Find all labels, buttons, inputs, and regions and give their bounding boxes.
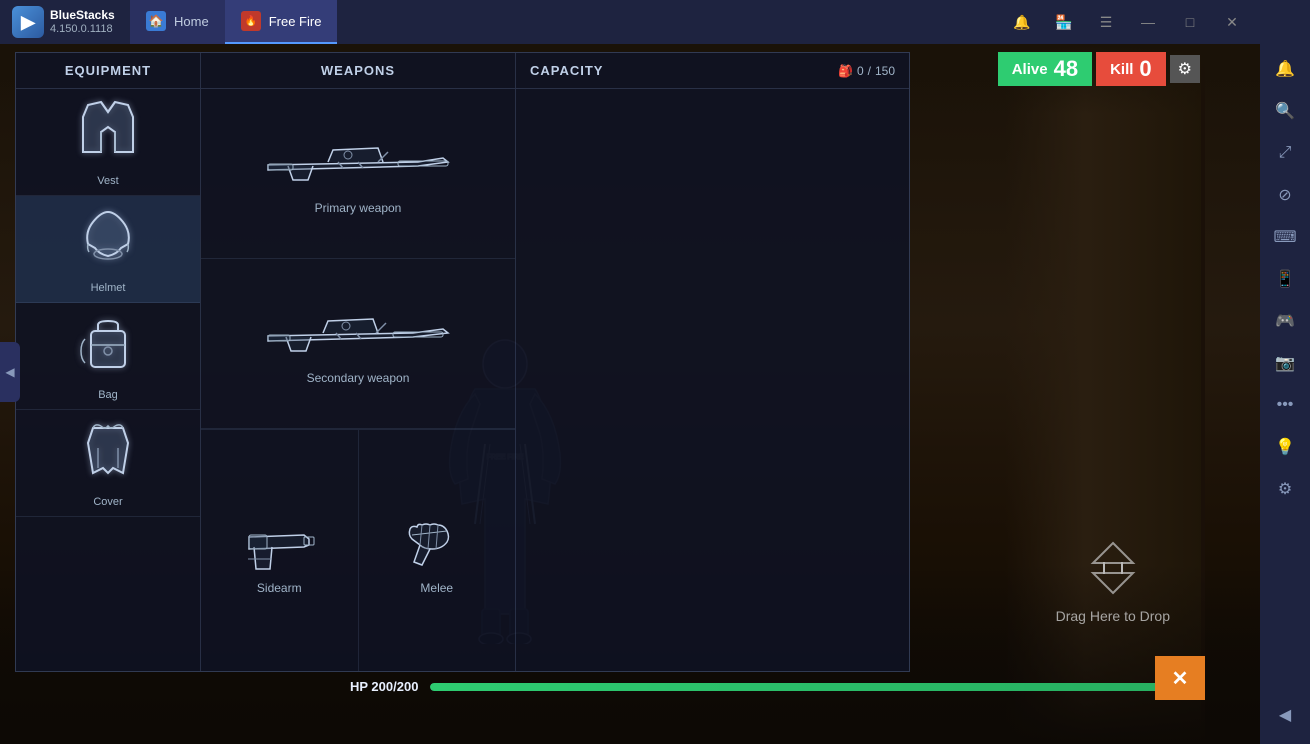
sidearm-label: Sidearm	[257, 581, 302, 595]
home-tab-icon: 🏠	[146, 11, 166, 31]
melee-label: Melee	[420, 581, 453, 595]
titlebar: ▶ BlueStacks 4.150.0.1118 🏠 Home 🔥 Free …	[0, 0, 1260, 44]
alive-count: 48	[1054, 56, 1078, 82]
close-icon: ✕	[1172, 666, 1189, 691]
cover-icon	[73, 418, 143, 492]
close-btn[interactable]: ✕	[1212, 6, 1252, 38]
alive-label: Alive	[1012, 61, 1048, 78]
store-btn[interactable]: 🏪	[1044, 6, 1084, 38]
hud-settings-btn[interactable]: ⚙	[1170, 55, 1200, 83]
helmet-icon	[73, 204, 143, 278]
drag-drop-area[interactable]: Drag Here to Drop	[1056, 538, 1170, 624]
bs-text: BlueStacks 4.150.0.1118	[50, 8, 115, 36]
minimize-btn[interactable]: —	[1128, 6, 1168, 38]
sidebar-settings-btn[interactable]: ⚙	[1266, 470, 1304, 508]
game-area: FREE FIRE Alive 48 Kill 0 ⚙	[0, 44, 1260, 744]
window-controls: 🔔 🏪 ☰ — □ ✕	[1002, 6, 1260, 38]
vest-icon	[73, 97, 143, 171]
inventory-panel: EQUIPMENT Vest	[15, 52, 910, 672]
capacity-current: 0	[857, 64, 864, 78]
cover-label: Cover	[93, 496, 122, 508]
sidebar-back-btn[interactable]: ◀	[1266, 696, 1304, 734]
sidebar-notification-btn[interactable]: 🔔	[1266, 50, 1304, 88]
kill-badge: Kill 0	[1096, 52, 1166, 86]
sidebar-search-btn[interactable]: 🔍	[1266, 92, 1304, 130]
cover-slot[interactable]: Cover	[16, 410, 200, 517]
right-sidebar: 🔔 🔍 ⤢ ⊘ ⌨ 📱 🎮 📷 ••• 💡 ⚙ ◀	[1260, 0, 1310, 744]
hp-display: HP 200/200	[350, 679, 418, 694]
hp-bar-background	[430, 683, 1190, 691]
kill-count: 0	[1139, 56, 1151, 82]
secondary-weapon-label: Secondary weapon	[307, 371, 410, 385]
sidearm-art	[234, 507, 324, 577]
drag-drop-icon	[1078, 538, 1148, 598]
maximize-btn[interactable]: □	[1170, 6, 1210, 38]
capacity-max: 150	[875, 64, 895, 78]
weapons-column: WEAPONS	[201, 53, 516, 671]
weapons-grid: Primary weapon	[201, 89, 515, 671]
left-sidebar-toggle[interactable]: ◀	[0, 342, 20, 402]
kill-label: Kill	[1110, 61, 1133, 78]
hp-bar-fill	[430, 683, 1190, 691]
capacity-column: CAPACITY 🎒 0 / 150	[516, 53, 909, 671]
sidebar-keyboard-btn[interactable]: ⌨	[1266, 218, 1304, 256]
equipment-column: EQUIPMENT Vest	[16, 53, 201, 671]
melee-slot[interactable]: Melee	[359, 430, 516, 671]
notification-btn[interactable]: 🔔	[1002, 6, 1042, 38]
secondary-weapon-art	[258, 302, 458, 367]
drag-drop-text: Drag Here to Drop	[1056, 608, 1170, 624]
menu-btn[interactable]: ☰	[1086, 6, 1126, 38]
weapons-header: WEAPONS	[201, 53, 515, 89]
capacity-body	[516, 89, 909, 671]
backpack-icon: 🎒	[838, 64, 853, 78]
bag-slot[interactable]: Bag	[16, 303, 200, 410]
secondary-weapon-slot[interactable]: Secondary weapon	[201, 259, 515, 429]
alive-badge: Alive 48	[998, 52, 1092, 86]
freefire-tab[interactable]: 🔥 Free Fire	[225, 0, 338, 44]
hud-top-bar: Alive 48 Kill 0 ⚙	[998, 52, 1200, 86]
bottom-weapon-row: Sidearm	[201, 429, 515, 671]
inventory-close-btn[interactable]: ✕	[1155, 656, 1205, 700]
capacity-header-row: CAPACITY 🎒 0 / 150	[516, 53, 909, 89]
bs-icon: ▶	[12, 6, 44, 38]
capacity-separator: /	[868, 64, 871, 78]
helmet-slot[interactable]: Helmet	[16, 196, 200, 303]
sidebar-block-btn[interactable]: ⊘	[1266, 176, 1304, 214]
home-tab[interactable]: 🏠 Home	[130, 0, 225, 44]
melee-art	[392, 507, 482, 577]
sidebar-light-btn[interactable]: 💡	[1266, 428, 1304, 466]
bag-icon	[73, 311, 143, 385]
hp-bar-area: HP 200/200	[350, 679, 1190, 694]
freefire-tab-label: Free Fire	[269, 14, 322, 29]
game-background: FREE FIRE Alive 48 Kill 0 ⚙	[0, 44, 1260, 744]
sidebar-more-btn[interactable]: •••	[1266, 386, 1304, 424]
equipment-header: EQUIPMENT	[16, 53, 200, 89]
helmet-label: Helmet	[91, 282, 126, 294]
capacity-count: 🎒 0 / 150	[838, 64, 895, 78]
vest-label: Vest	[97, 175, 118, 187]
primary-weapon-label: Primary weapon	[315, 201, 402, 215]
primary-weapon-slot[interactable]: Primary weapon	[201, 89, 515, 259]
home-tab-label: Home	[174, 14, 209, 29]
capacity-title: CAPACITY	[530, 63, 603, 78]
bag-label: Bag	[98, 389, 118, 401]
vest-slot[interactable]: Vest	[16, 89, 200, 196]
bluestacks-logo: ▶ BlueStacks 4.150.0.1118	[0, 6, 130, 38]
sidebar-phone-btn[interactable]: 📱	[1266, 260, 1304, 298]
sidearm-slot[interactable]: Sidearm	[201, 430, 359, 671]
freefire-tab-icon: 🔥	[241, 11, 261, 31]
primary-weapon-art	[258, 132, 458, 197]
equipment-items-list: Vest Helmet	[16, 89, 200, 671]
sidebar-gamepad-btn[interactable]: 🎮	[1266, 302, 1304, 340]
sidebar-camera-btn[interactable]: 📷	[1266, 344, 1304, 382]
sidebar-expand-btn[interactable]: ⤢	[1266, 134, 1304, 172]
